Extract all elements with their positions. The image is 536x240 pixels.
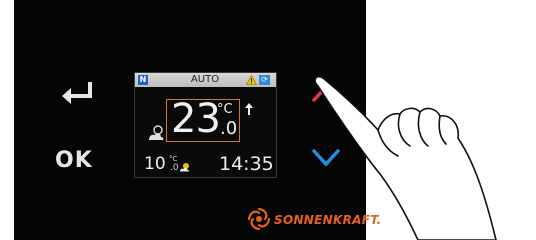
outdoor-temperature: 10 — [144, 154, 166, 174]
lcd-display: N AUTO ⟳ 23 °C .0 10 °C .0 14:35 — [134, 72, 277, 178]
temperature-value: 23 — [171, 96, 221, 142]
mode-label: AUTO — [190, 74, 220, 85]
warning-icon — [246, 75, 257, 85]
weather-icon — [149, 125, 164, 140]
sync-icon: ⟳ — [259, 75, 270, 85]
status-bar: N AUTO ⟳ — [135, 73, 276, 87]
sonnenkraft-logo-icon — [247, 207, 271, 231]
back-arrow-icon — [62, 82, 92, 104]
back-button[interactable] — [58, 78, 98, 104]
hand-icon — [314, 75, 497, 240]
ok-button[interactable]: OK — [55, 148, 99, 174]
sun-cloud-icon — [180, 163, 190, 172]
n-badge: N — [138, 75, 148, 85]
temperature-unit: °C — [217, 102, 233, 117]
temperature-decimal: .0 — [220, 118, 238, 139]
trend-up-icon — [245, 103, 253, 115]
clock-time: 14:35 — [219, 153, 274, 175]
